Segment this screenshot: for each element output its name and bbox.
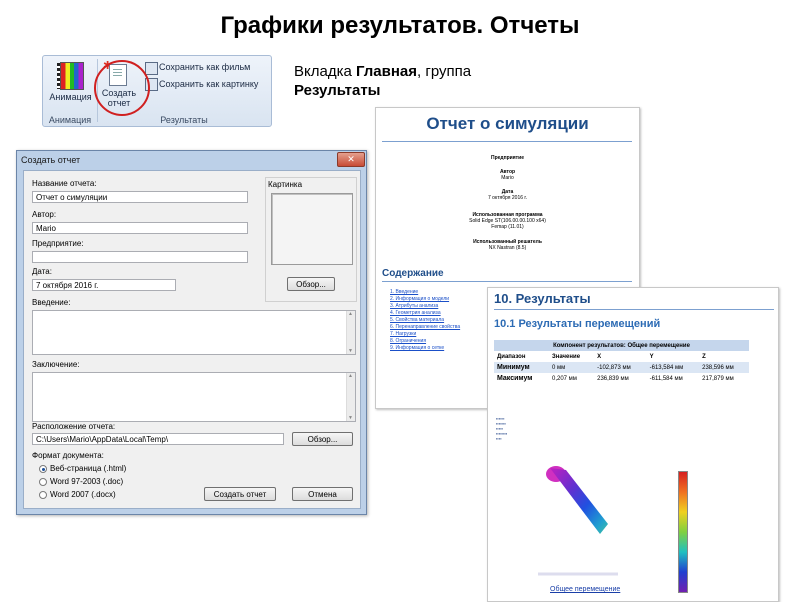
save-movie-button[interactable]: Сохранить как фильм — [159, 62, 250, 72]
location-label: Расположение отчета: — [32, 422, 116, 431]
caption: Вкладка Главная, группа Результаты — [294, 62, 544, 100]
browse-picture-button[interactable]: Обзор... — [287, 277, 335, 291]
toc-item[interactable]: 9. Информация о сетке — [390, 345, 444, 351]
conclusion-scrollbar[interactable] — [346, 373, 355, 421]
picture-preview[interactable] — [271, 193, 353, 265]
intro-label: Введение: — [32, 298, 71, 307]
report-name-field[interactable]: Отчет о симуляции — [32, 191, 248, 203]
format-radio-doc[interactable] — [39, 478, 47, 486]
format-label: Формат документа: — [32, 451, 104, 460]
report-title: Отчет о симуляции — [426, 114, 589, 133]
film-save-icon — [145, 62, 158, 75]
report-company-heading: Предприятие — [491, 155, 524, 161]
create-report-dialog: Создать отчет ✕ Название отчета: Отчет о… — [16, 150, 367, 515]
format-option-docx[interactable]: Word 2007 (.docx) — [50, 490, 116, 499]
toc-item[interactable]: 6. Перенаправление свойства — [390, 324, 460, 330]
close-icon: ✕ — [347, 154, 355, 164]
toc-item[interactable]: 5. Свойства материала — [390, 317, 444, 323]
dialog-title: Создать отчет — [21, 155, 81, 165]
format-radio-html[interactable] — [39, 465, 47, 473]
browse-location-button[interactable]: Обзор... — [292, 432, 353, 446]
figure-caption[interactable]: Общее перемещение — [550, 586, 620, 593]
report-title-rule — [382, 141, 632, 142]
report-program-extra: Femap (11.01) — [491, 224, 524, 230]
ribbon-results-group: Анимация Анимация ✱ Создать отчет Сохран… — [42, 55, 272, 127]
cancel-button[interactable]: Отмена — [292, 487, 353, 501]
picture-label: Картинка — [268, 180, 303, 189]
format-option-html[interactable]: Веб-страница (.html) — [50, 464, 126, 473]
intro-scrollbar[interactable] — [346, 311, 355, 354]
highlight-circle — [94, 60, 150, 116]
company-label: Предприятие: — [32, 239, 84, 248]
animation-group-label: Анимация — [48, 115, 92, 125]
date-field[interactable]: 7 октября 2016 г. — [32, 279, 176, 291]
toc-rule — [382, 281, 632, 282]
report-solver-value: NX Nastran (8.5) — [488, 245, 527, 251]
dialog-body: Название отчета: Отчет о симуляции Автор… — [23, 170, 361, 509]
date-label: Дата: — [32, 267, 52, 276]
toc-item[interactable]: 8. Ограничения — [390, 338, 426, 344]
toc-item[interactable]: 7. Нагрузки — [390, 331, 416, 337]
save-picture-button[interactable]: Сохранить как картинку — [159, 79, 258, 89]
report-name-label: Название отчета: — [32, 179, 97, 188]
displacement-plot — [538, 466, 618, 576]
create-report-submit-button[interactable]: Создать отчет — [204, 487, 276, 501]
author-field[interactable]: Mario — [32, 222, 248, 234]
format-option-doc[interactable]: Word 97-2003 (.doc) — [50, 477, 123, 486]
toc-item[interactable]: 3. Атрибуты анализа — [390, 303, 438, 309]
report-author-value: Mario — [501, 175, 514, 181]
toc-item[interactable]: 1. Введение — [390, 289, 418, 295]
slide-title: Графики результатов. Отчеты — [220, 12, 580, 39]
caption-group: Результаты — [294, 82, 381, 99]
results-group-label: Результаты — [160, 115, 208, 125]
animation-button[interactable]: Анимация — [48, 92, 93, 102]
color-legend-bar — [678, 471, 688, 593]
report-page-results: 10. Результаты 10.1 Результаты перемещен… — [487, 287, 779, 602]
animation-film-icon — [57, 62, 84, 90]
format-radio-docx[interactable] — [39, 491, 47, 499]
caption-prefix: Вкладка — [294, 63, 356, 80]
model-beam — [550, 468, 608, 534]
toc-item[interactable]: 2. Информация о модели — [390, 296, 449, 302]
company-field[interactable] — [32, 251, 248, 263]
conclusion-textarea[interactable] — [32, 372, 356, 422]
intro-textarea[interactable] — [32, 310, 356, 355]
close-button[interactable]: ✕ — [337, 152, 365, 167]
caption-tab: Главная — [356, 63, 418, 80]
toc-title: Содержание — [382, 268, 444, 279]
caption-middle: , группа — [417, 63, 472, 80]
conclusion-label: Заключение: — [32, 360, 80, 369]
report-date-value: 7 октября 2016 г. — [488, 195, 527, 201]
location-field[interactable]: C:\Users\Mario\AppData\Local\Temp\ — [32, 433, 284, 445]
author-label: Автор: — [32, 210, 57, 219]
toc-item[interactable]: 4. Геометрия анализа — [390, 310, 441, 316]
